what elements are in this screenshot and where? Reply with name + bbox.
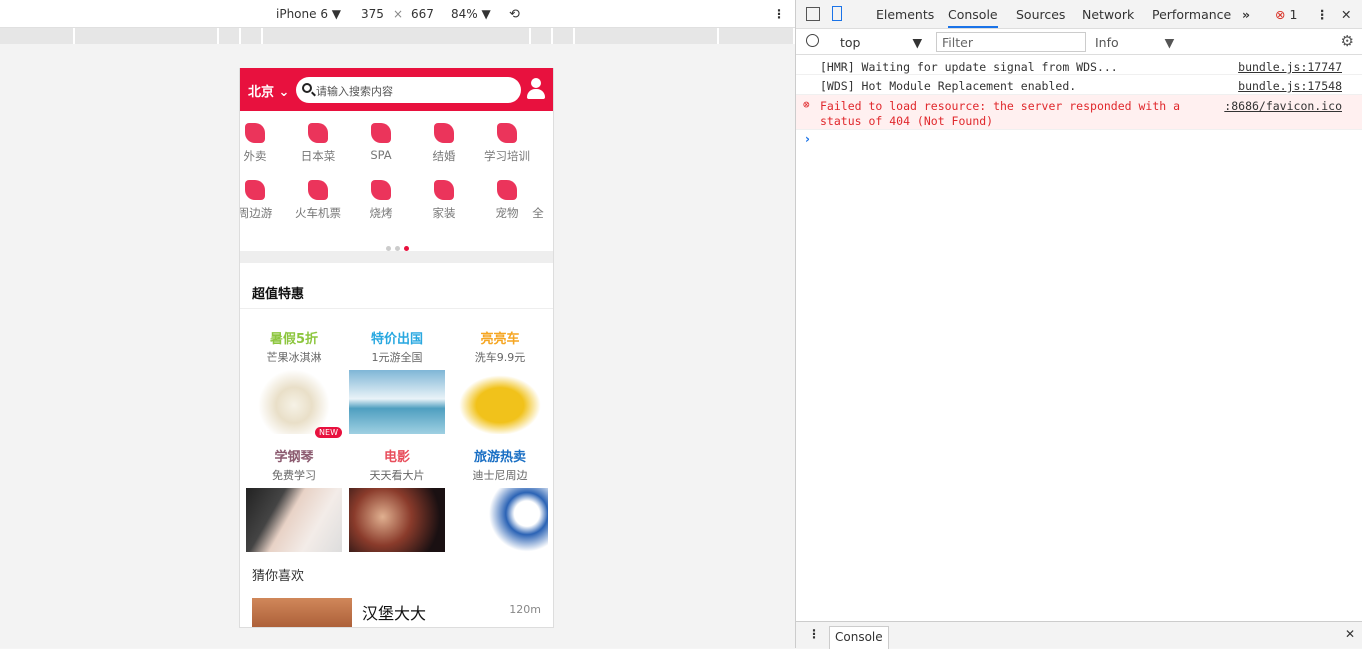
user-icon[interactable] [527,78,545,100]
ticket-icon [308,180,328,200]
log-level-select[interactable]: Info ▼ [1095,35,1174,50]
category-item[interactable]: 全 [523,180,553,221]
error-icon: ⊗ [803,98,810,111]
times-sign: × [393,7,404,21]
console-prompt[interactable]: › [796,130,1362,150]
more-options-icon[interactable]: ⋮ [773,7,785,21]
tab-network[interactable]: Network [1082,7,1134,22]
category-grid: 外卖 日本菜 SPA 结婚 学习培训 周边游 火车机票 烧烤 家装 宠物 全 [240,111,553,251]
bbq-icon [371,180,391,200]
spa-icon [371,123,391,143]
error-counter[interactable]: ⊗ 1 [1275,7,1297,22]
rotate-icon[interactable]: ⟲ [509,7,520,22]
devtools-drawer: ⋮ Console ✕ [796,621,1362,649]
donald-duck-image [452,488,548,552]
prompt-chevron-icon: › [805,132,810,146]
device-toolbar: iPhone 6 ▼ 375 × 667 84% ▼ ⟲ ⋮ [0,0,795,28]
settings-gear-icon[interactable]: ⚙ [1341,32,1354,50]
city-selector[interactable]: 北京 ⌄ [248,81,289,100]
clear-console-icon[interactable] [806,34,819,47]
more-tabs-icon[interactable]: » [1242,7,1250,22]
tab-sources[interactable]: Sources [1016,7,1065,22]
search-icon [302,83,312,93]
category-item[interactable]: 结婚 [414,123,474,164]
item-name[interactable]: 汉堡大大 [362,600,426,624]
category-item[interactable]: SPA [351,123,411,162]
sea-image [349,370,445,434]
education-icon [497,123,517,143]
category-item[interactable]: 外卖 [240,123,285,164]
deal-card[interactable]: 暑假5折 芒果冰淇淋 NEW [244,328,344,438]
car-image [452,370,548,434]
guess-you-like-title: 猜你喜欢 [252,569,305,584]
category-item[interactable]: 学习培训 [477,123,537,164]
media-query-ruler [0,28,795,44]
drawer-close-icon[interactable]: ✕ [1345,627,1355,641]
source-link[interactable]: bundle.js:17747 [1238,60,1342,74]
width-input[interactable]: 375 [361,7,384,21]
piano-image [246,488,342,552]
deal-card[interactable]: 特价出国 1元游全国 [347,328,447,434]
tab-elements[interactable]: Elements [876,7,934,22]
console-filter-bar: top ▼ Filter Info ▼ ⚙ [796,29,1362,55]
category-item[interactable]: 周边游 [240,180,285,221]
devtools-tabbar: Elements Console Sources Network Perform… [796,0,1362,29]
devtools-panel: Elements Console Sources Network Perform… [795,0,1362,649]
tab-performance[interactable]: Performance [1152,7,1231,22]
device-emulator-pane: iPhone 6 ▼ 375 × 667 84% ▼ ⟲ ⋮ 北京 ⌄ 请输入搜… [0,0,795,648]
height-input[interactable]: 667 [411,7,434,21]
search-input[interactable]: 请输入搜索内容 [296,77,521,103]
console-log-row: [HMR] Waiting for update signal from WDS… [796,55,1362,75]
item-distance: 120m [509,603,541,616]
phone-viewport: 北京 ⌄ 请输入搜索内容 外卖 日本菜 SPA 结婚 学习培训 周边游 火车机票… [239,68,554,628]
zoom-select[interactable]: 84% ▼ [451,7,491,21]
deal-card[interactable]: 学钢琴 免费学习 [244,446,344,552]
console-log-row: [WDS] Hot Module Replacement enabled. bu… [796,75,1362,95]
burger-image[interactable] [252,598,352,627]
inspect-element-icon[interactable] [806,7,820,21]
category-item[interactable]: 火车机票 [288,180,348,221]
close-icon[interactable]: ✕ [1341,7,1351,22]
context-select[interactable]: top ▼ [840,35,922,50]
drawer-menu-icon[interactable]: ⋮ [808,627,820,641]
app-header: 北京 ⌄ 请输入搜索内容 [240,68,553,111]
category-item[interactable]: 烧烤 [351,180,411,221]
new-badge: NEW [315,427,342,438]
kebab-menu-icon[interactable]: ⋮ [1316,7,1329,22]
filter-input[interactable]: Filter [936,32,1086,52]
source-link[interactable]: bundle.js:17548 [1238,79,1342,93]
ice-cream-image: NEW [246,370,342,438]
japanese-food-icon [308,123,328,143]
deal-card[interactable]: 亮亮车 洗车9.9元 [450,328,550,434]
tab-console[interactable]: Console [948,7,998,28]
drawer-tab-console[interactable]: Console [829,626,889,649]
deal-card[interactable]: 电影 天天看大片 [347,446,447,552]
section-title: 超值特惠 [252,287,305,302]
travel-icon [245,180,265,200]
wedding-icon [434,123,454,143]
device-select[interactable]: iPhone 6 ▼ [276,7,341,21]
movie-image [349,488,445,552]
pet-icon [497,180,517,200]
takeout-icon [245,123,265,143]
console-error-row: ⊗ Failed to load resource: the server re… [796,95,1362,130]
decoration-icon [434,180,454,200]
device-toggle-icon[interactable] [832,6,842,21]
deal-card[interactable]: 旅游热卖 迪士尼周边 [450,446,550,552]
source-link[interactable]: :8686/favicon.ico [1224,99,1342,113]
category-item[interactable]: 日本菜 [288,123,348,164]
category-item[interactable]: 家装 [414,180,474,221]
